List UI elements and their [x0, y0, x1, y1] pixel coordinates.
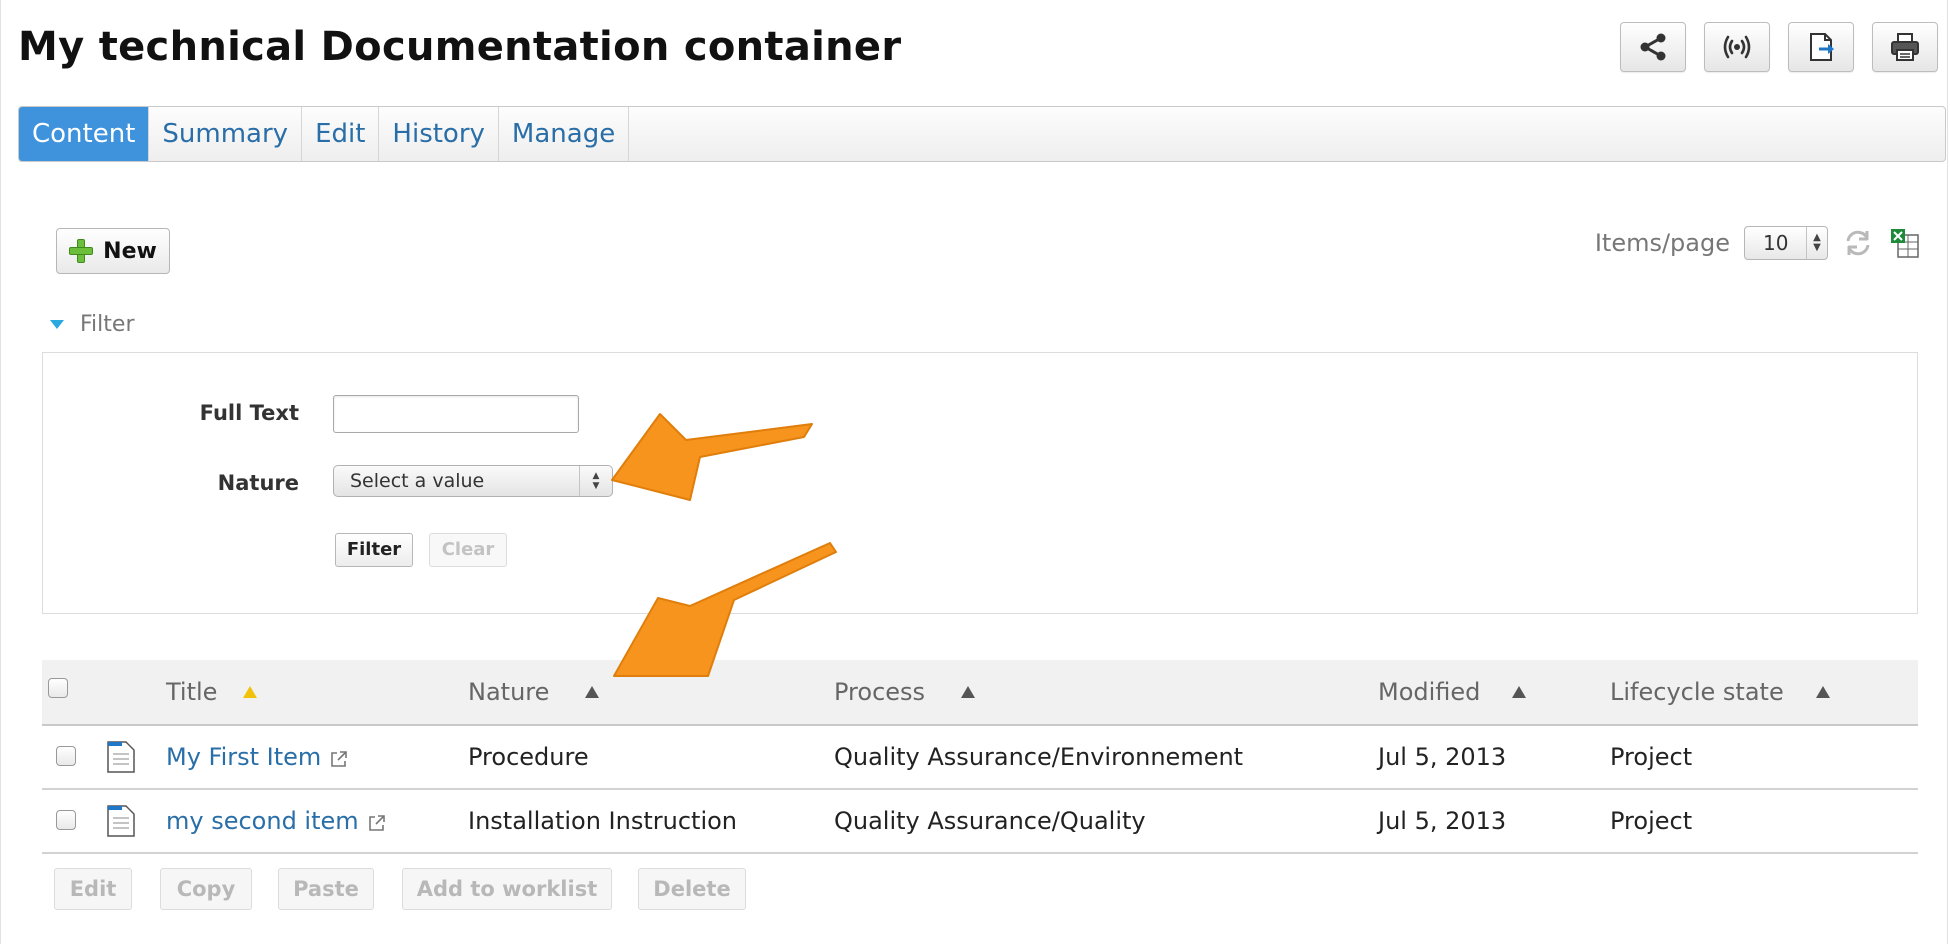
- plus-icon: [69, 239, 94, 263]
- table-header: Title Nature Process Modified Lifecycle …: [42, 660, 1918, 726]
- column-lifecycle-label: Lifecycle state: [1610, 678, 1784, 706]
- clear-button[interactable]: Clear: [429, 533, 507, 567]
- export-document-icon: [1810, 33, 1834, 61]
- tab-content[interactable]: Content: [19, 107, 150, 161]
- table-row: my second item Installation Instruction …: [42, 790, 1918, 854]
- column-modified[interactable]: Modified: [1378, 660, 1527, 724]
- select-arrows-icon: ▲ ▼: [579, 466, 612, 496]
- row-modified: Jul 5, 2013: [1378, 743, 1507, 771]
- items-per-page-select[interactable]: 10 ▲ ▼: [1744, 226, 1828, 260]
- full-text-input[interactable]: [333, 395, 579, 433]
- row-modified: Jul 5, 2013: [1378, 807, 1507, 835]
- column-process-label: Process: [834, 678, 926, 706]
- new-button-label: New: [103, 238, 157, 264]
- export-button[interactable]: [1788, 22, 1854, 72]
- nature-label: Nature: [217, 471, 299, 495]
- new-button[interactable]: New: [56, 228, 170, 274]
- excel-icon: [1891, 229, 1919, 258]
- add-to-worklist-button[interactable]: Add to worklist: [402, 868, 612, 910]
- excel-export-button[interactable]: [1888, 227, 1920, 259]
- filter-panel: Full Text Nature Select a value ▲ ▼ Filte…: [42, 352, 1918, 614]
- row-title: My First Item: [166, 743, 322, 771]
- row-state: Project: [1610, 743, 1693, 771]
- share-button[interactable]: [1620, 22, 1686, 72]
- refresh-icon: [1846, 230, 1870, 256]
- full-text-label: Full Text: [199, 401, 299, 425]
- sort-icon: [1512, 686, 1527, 698]
- tab-edit[interactable]: Edit: [302, 107, 380, 161]
- refresh-button[interactable]: [1842, 227, 1874, 259]
- page-title: My technical Documentation container: [18, 24, 902, 70]
- column-lifecycle-state[interactable]: Lifecycle state: [1610, 660, 1830, 724]
- row-state: Project: [1610, 807, 1693, 835]
- row-nature: Procedure: [468, 743, 589, 771]
- share-icon: [1640, 33, 1666, 61]
- items-per-page-label: Items/page: [1594, 229, 1730, 257]
- external-link-icon[interactable]: [367, 809, 387, 833]
- column-nature-label: Nature: [468, 678, 550, 706]
- row-process: Quality Assurance/Quality: [834, 807, 1146, 835]
- external-link-icon[interactable]: [329, 745, 349, 769]
- tab-summary[interactable]: Summary: [149, 107, 303, 161]
- bulk-copy-button[interactable]: Copy: [160, 868, 252, 910]
- select-arrows-icon: ▲ ▼: [1806, 227, 1827, 259]
- filter-toggle[interactable]: Filter: [50, 312, 134, 337]
- tab-manage[interactable]: Manage: [499, 107, 630, 161]
- bulk-edit-button[interactable]: Edit: [54, 868, 132, 910]
- document-icon: [107, 741, 135, 773]
- row-title: my second item: [166, 807, 359, 835]
- column-nature[interactable]: Nature: [468, 660, 600, 724]
- column-title[interactable]: Title: [166, 660, 258, 724]
- sort-icon: [961, 686, 976, 698]
- top-actions: [1620, 22, 1938, 72]
- select-all-checkbox[interactable]: [48, 678, 68, 698]
- broadcast-button[interactable]: [1704, 22, 1770, 72]
- row-process: Quality Assurance/Environnement: [834, 743, 1244, 771]
- filter-toggle-label: Filter: [80, 312, 135, 337]
- broadcast-icon: [1723, 35, 1751, 59]
- document-icon: [107, 805, 135, 837]
- column-title-label: Title: [166, 678, 218, 706]
- row-nature: Installation Instruction: [468, 807, 738, 835]
- sort-icon: [1815, 686, 1830, 698]
- filter-button[interactable]: Filter: [335, 533, 413, 567]
- row-checkbox[interactable]: [56, 746, 76, 766]
- expand-triangle-icon: [50, 320, 64, 329]
- sort-ascending-icon: [243, 686, 258, 698]
- print-button[interactable]: [1872, 22, 1938, 72]
- items-per-page-controls: Items/page 10 ▲ ▼: [1595, 226, 1920, 260]
- row-title-link[interactable]: my second item: [166, 790, 387, 852]
- row-checkbox[interactable]: [56, 810, 76, 830]
- nature-select[interactable]: Select a value ▲ ▼: [333, 465, 613, 497]
- tab-history[interactable]: History: [379, 107, 499, 161]
- sort-icon: [585, 686, 600, 698]
- column-process[interactable]: Process: [834, 660, 976, 724]
- printer-icon: [1891, 33, 1919, 61]
- bulk-delete-button[interactable]: Delete: [638, 868, 746, 910]
- items-per-page-value: 10: [1763, 231, 1789, 255]
- nature-select-value: Select a value: [350, 470, 485, 492]
- table-row: My First Item Procedure Quality Assuranc…: [42, 726, 1918, 790]
- tab-bar: Content Summary Edit History Manage: [18, 106, 1946, 162]
- results-table: Title Nature Process Modified Lifecycle …: [42, 660, 1918, 854]
- row-title-link[interactable]: My First Item: [166, 726, 349, 788]
- bulk-paste-button[interactable]: Paste: [278, 868, 374, 910]
- column-modified-label: Modified: [1378, 678, 1481, 706]
